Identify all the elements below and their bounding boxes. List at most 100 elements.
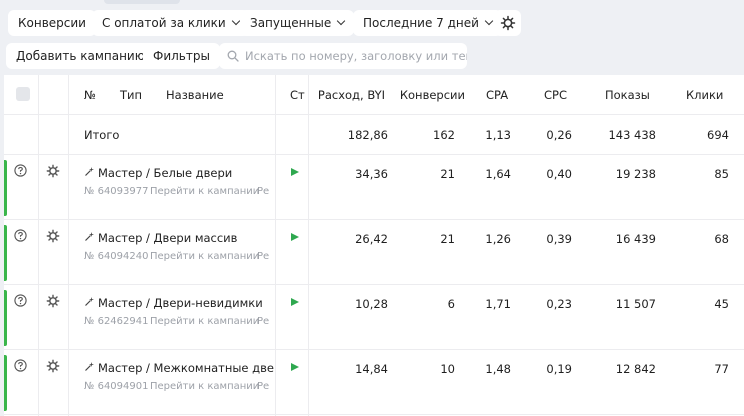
go-to-campaign-link[interactable]: Перейти к кампании xyxy=(150,316,259,327)
clicks-value: 77 xyxy=(714,362,729,376)
tab-indicator xyxy=(104,0,180,4)
campaign-name[interactable]: Мастер / Двери-невидимки xyxy=(98,296,263,310)
filters-button[interactable]: Фильтры xyxy=(143,43,220,69)
header-conversions[interactable]: Конверсии xyxy=(400,88,465,102)
filter-status[interactable]: Запущенные xyxy=(240,10,355,36)
filter-period[interactable]: Последние 7 дней xyxy=(353,10,502,36)
gear-icon[interactable] xyxy=(46,359,60,373)
conversions-value: 10 xyxy=(440,362,455,376)
header-type[interactable]: Тип xyxy=(120,88,142,102)
status-indicator xyxy=(4,290,7,346)
cpc-value: 0,23 xyxy=(546,297,572,311)
campaign-name[interactable]: Мастер / Белые двери xyxy=(98,166,232,180)
chevron-down-icon xyxy=(484,16,494,26)
go-to-campaign-link[interactable]: Перейти к кампании xyxy=(150,381,259,392)
search-placeholder: Искать по номеру, заголовку или тексту xyxy=(245,49,467,63)
master-wand-icon xyxy=(85,297,94,306)
campaign-name[interactable]: Мастер / Межкомнатные двери xyxy=(98,361,274,375)
gear-icon[interactable] xyxy=(46,294,60,308)
total-conversions: 162 xyxy=(433,128,455,142)
campaign-number: № 64094240 xyxy=(84,251,149,262)
select-all-checkbox[interactable] xyxy=(16,87,30,101)
total-clicks: 694 xyxy=(707,128,729,142)
status-indicator xyxy=(4,225,7,281)
chevron-down-icon xyxy=(336,16,346,26)
settings-button[interactable] xyxy=(494,10,521,36)
clicks-value: 45 xyxy=(714,297,729,311)
conversions-value: 6 xyxy=(447,297,455,311)
cpc-value: 0,39 xyxy=(546,232,572,246)
spend-value: 14,84 xyxy=(355,362,388,376)
cpa-value: 1,48 xyxy=(485,362,511,376)
campaign-name[interactable]: Мастер / Двери массив xyxy=(98,231,237,245)
filter-period-label: Последние 7 дней xyxy=(363,16,479,30)
header-cpa[interactable]: CPA xyxy=(486,88,508,102)
total-row: Итого 182,86 162 1,13 0,26 143 438 694 xyxy=(4,115,744,155)
spend-value: 26,42 xyxy=(355,232,388,246)
total-impressions: 143 438 xyxy=(608,128,656,142)
edit-link[interactable]: Ре xyxy=(257,381,271,392)
add-campaign-button[interactable]: Добавить кампанию xyxy=(6,43,155,69)
help-circle-icon[interactable] xyxy=(14,359,27,372)
header-clicks[interactable]: Клики xyxy=(686,88,723,102)
filter-payment[interactable]: С оплатой за клики xyxy=(92,10,249,36)
cpa-value: 1,26 xyxy=(485,232,511,246)
status-indicator xyxy=(4,355,7,411)
conversions-value: 21 xyxy=(440,167,455,181)
add-campaign-label: Добавить кампанию xyxy=(16,49,145,63)
total-cpa: 1,13 xyxy=(485,128,511,142)
campaign-number: № 64093977 xyxy=(84,186,149,197)
gear-icon xyxy=(500,15,515,31)
filter-conversions[interactable]: Конверсии xyxy=(8,10,96,36)
campaign-number: № 64094901 xyxy=(84,381,149,392)
impressions-value: 19 238 xyxy=(615,167,656,181)
table-row[interactable]: Мастер / Межкомнатные двери № 64094901 П… xyxy=(4,350,744,415)
table-row[interactable]: Мастер / Двери массив № 64094240 Перейти… xyxy=(4,220,744,285)
table-row[interactable]: Мастер / Двери-невидимки № 62462941 Пере… xyxy=(4,285,744,350)
search-input[interactable]: Искать по номеру, заголовку или тексту xyxy=(219,43,467,69)
spend-value: 34,36 xyxy=(355,167,388,181)
gear-icon[interactable] xyxy=(46,229,60,243)
impressions-value: 11 507 xyxy=(615,297,656,311)
filters-label: Фильтры xyxy=(153,49,210,63)
master-wand-icon xyxy=(85,362,94,371)
edit-link[interactable]: Ре xyxy=(257,186,271,197)
total-spend: 182,86 xyxy=(347,128,388,142)
table-row[interactable]: Мастер / Белые двери № 64093977 Перейти … xyxy=(4,155,744,220)
edit-link[interactable]: Ре xyxy=(257,316,271,327)
campaign-number: № 62462941 xyxy=(84,316,149,327)
master-wand-icon xyxy=(85,232,94,241)
campaigns-table: № Тип Название Ст Расход, BYI Конверсии … xyxy=(4,75,744,416)
table-header: № Тип Название Ст Расход, BYI Конверсии … xyxy=(4,75,744,115)
total-cpc: 0,26 xyxy=(546,128,572,142)
header-number[interactable]: № xyxy=(84,88,96,102)
go-to-campaign-link[interactable]: Перейти к кампании xyxy=(150,251,259,262)
help-circle-icon[interactable] xyxy=(14,229,27,242)
play-icon xyxy=(291,168,299,176)
play-icon xyxy=(291,363,299,371)
master-wand-icon xyxy=(85,167,94,176)
cpc-value: 0,40 xyxy=(546,167,572,181)
go-to-campaign-link[interactable]: Перейти к кампании xyxy=(150,186,259,197)
spend-value: 10,28 xyxy=(355,297,388,311)
cpa-value: 1,64 xyxy=(485,167,511,181)
search-icon xyxy=(227,50,239,62)
impressions-value: 12 842 xyxy=(615,362,656,376)
help-circle-icon[interactable] xyxy=(14,294,27,307)
conversions-value: 21 xyxy=(440,232,455,246)
filter-payment-label: С оплатой за клики xyxy=(102,16,226,30)
header-name[interactable]: Название xyxy=(166,88,224,102)
help-circle-icon[interactable] xyxy=(14,164,27,177)
chevron-down-icon xyxy=(231,16,240,26)
header-spend[interactable]: Расход, BYI xyxy=(318,88,385,102)
header-cpc[interactable]: CPC xyxy=(544,88,567,102)
play-icon xyxy=(291,298,299,306)
edit-link[interactable]: Ре xyxy=(257,251,271,262)
header-status[interactable]: Ст xyxy=(290,88,306,102)
filter-status-label: Запущенные xyxy=(250,16,332,30)
cpc-value: 0,19 xyxy=(546,362,572,376)
clicks-value: 68 xyxy=(714,232,729,246)
total-label: Итого xyxy=(84,128,120,142)
gear-icon[interactable] xyxy=(46,164,60,178)
header-impressions[interactable]: Показы xyxy=(605,88,650,102)
